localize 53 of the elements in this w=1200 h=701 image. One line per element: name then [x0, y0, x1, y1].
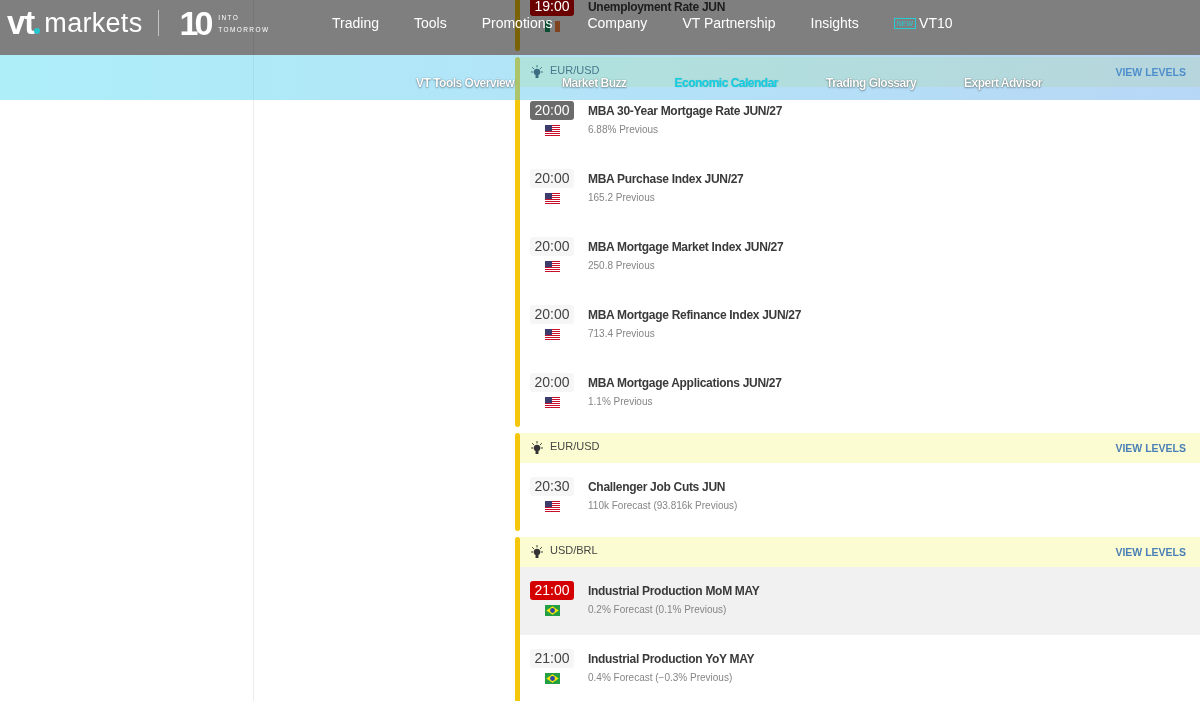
flag-icon	[544, 125, 560, 136]
event-detail: 0.2% Forecast (0.1% Previous)	[588, 603, 727, 617]
event-detail: 6.88% Previous	[588, 123, 659, 137]
event-time: 20:00	[530, 373, 574, 392]
event-time: 20:00	[530, 305, 574, 324]
nav-link[interactable]: Insights	[810, 16, 859, 31]
event-time: 20:30	[530, 477, 574, 496]
nav-link[interactable]: Trading	[332, 16, 379, 31]
nav-link[interactable]: Tools	[413, 16, 447, 31]
dot-icon	[34, 28, 41, 34]
anniversary-logo-text: 10	[179, 8, 210, 38]
lightbulb-icon	[531, 441, 543, 455]
nav-link[interactable]: VT Partnership	[682, 16, 776, 31]
logo-text: markets	[44, 8, 143, 38]
event-detail: 0.4% Forecast (−0.3% Previous)	[588, 671, 733, 685]
currency-pair: USD/BRL	[550, 543, 598, 556]
flag-icon	[544, 329, 560, 340]
event-title: Industrial Production YoY MAY	[588, 652, 755, 667]
flag-icon	[544, 605, 560, 616]
event-title: MBA Purchase Index JUN/27	[588, 172, 744, 187]
flag-icon	[544, 261, 560, 272]
event-title: Challenger Job Cuts JUN	[588, 480, 726, 495]
event-time: 21:00	[530, 581, 574, 600]
event-time: 20:00	[530, 169, 574, 188]
event-title: MBA Mortgage Refinance Index JUN/27	[588, 308, 802, 323]
currency-pair: EUR/USD	[550, 63, 600, 76]
flag-icon	[544, 501, 560, 512]
currency-pair: EUR/USD	[550, 439, 600, 452]
flag-icon	[544, 673, 560, 684]
event-time: 20:00	[530, 101, 574, 120]
nav-link[interactable]: Company	[587, 16, 648, 31]
lightbulb-icon	[531, 65, 543, 79]
event-title: Industrial Production MoM MAY	[588, 584, 760, 599]
event-title: MBA Mortgage Applications JUN/27	[588, 376, 782, 391]
logo-text: vt	[7, 8, 35, 38]
event-time: 20:00	[530, 237, 574, 256]
event-detail: 110k Forecast (93.816k Previous)	[588, 499, 738, 513]
nav-link[interactable]: VT10	[919, 16, 953, 31]
event-detail: 1.1% Previous	[588, 395, 653, 409]
flag-icon	[544, 397, 560, 408]
event-time: 19:00	[530, 0, 574, 16]
event-title: MBA 30-Year Mortgage Rate JUN/27	[588, 104, 783, 119]
view-levels-link[interactable]: VIEW LEVELS	[1115, 442, 1186, 454]
event-title: MBA Mortgage Market Index JUN/27	[588, 240, 784, 255]
view-levels-link[interactable]: VIEW LEVELS	[1115, 546, 1186, 558]
lightbulb-icon	[531, 545, 543, 559]
event-detail: 250.8 Previous	[588, 259, 655, 273]
view-levels-link[interactable]: VIEW LEVELS	[1115, 66, 1186, 78]
event-detail: 165.2 Previous	[588, 191, 655, 205]
event-detail: 713.4 Previous	[588, 327, 655, 341]
event-title: Unemployment Rate JUN	[588, 0, 726, 15]
event-time: 21:00	[530, 649, 574, 668]
flag-icon	[544, 193, 560, 204]
